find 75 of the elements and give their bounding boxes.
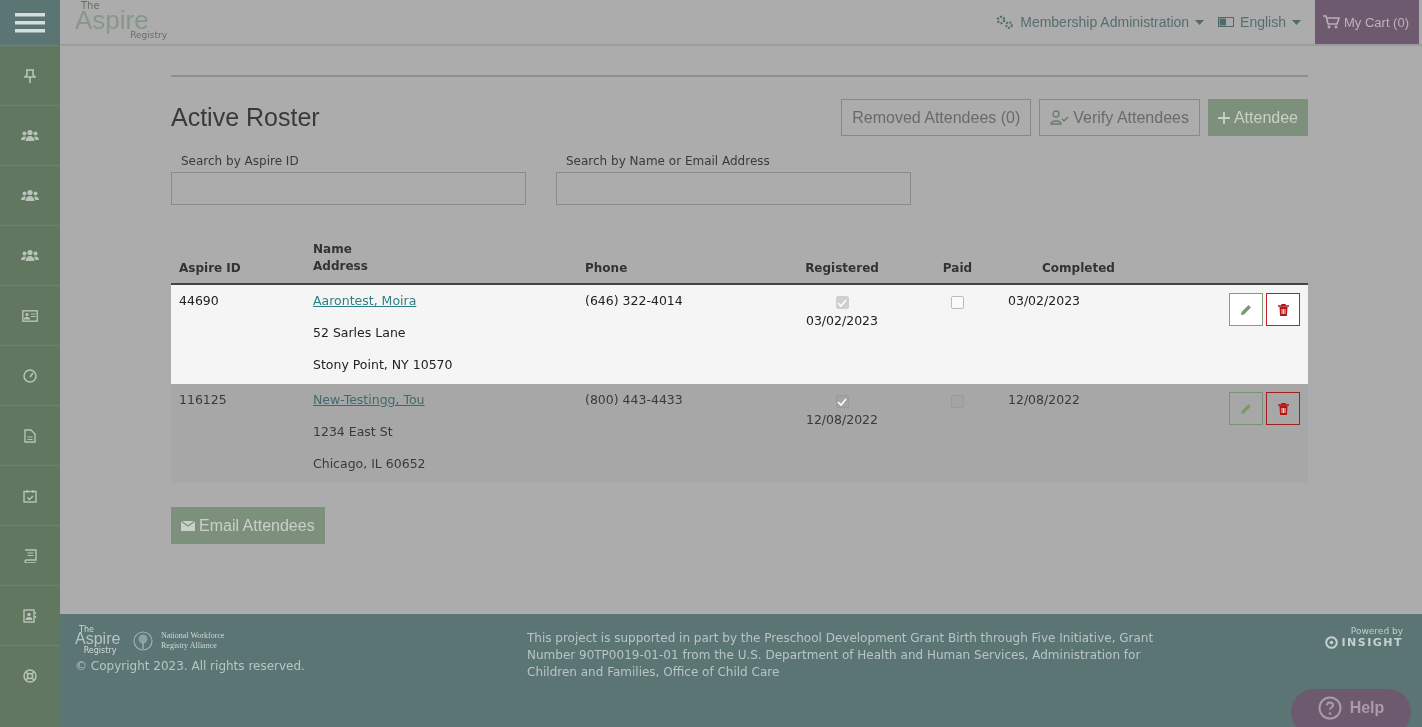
partner-logo-text: Registry Alliance [161,640,218,651]
column-header: Aspire ID [178,261,242,275]
caret-icon [1292,19,1301,25]
partner-logo-text: National Workforce [161,630,225,641]
table-cell: 03/02/2023 [1008,293,1081,308]
checkbox[interactable] [835,296,849,309]
search-field[interactable] [556,172,911,205]
file-icon [24,428,36,443]
checkbox[interactable] [951,296,964,309]
cart-icon [1323,15,1340,29]
table-cell: 03/02/2023 [805,313,878,328]
envelope-icon [181,520,195,531]
calendar-check-icon [23,488,37,503]
language-button[interactable]: English [1218,14,1301,30]
edit-button[interactable] [1229,293,1263,326]
pencil-icon [1240,402,1252,415]
verify-attendees-button[interactable]: Verify Attendees [1039,99,1200,136]
column-header: Paid [941,261,974,275]
column-header: Registered [804,261,880,275]
table-cell: 12/08/2022 [1008,392,1081,407]
powered-by-text: Powered by [1350,626,1403,636]
group-icon [21,189,39,202]
edit-button[interactable] [1229,392,1263,425]
column-header: Completed [1041,261,1116,275]
pin-icon [24,68,36,83]
address-line: 52 Sarles Lane [313,325,407,340]
tree-seal-icon [133,630,153,651]
id-card-icon [22,309,38,322]
language-icon [1218,17,1235,27]
copyright-text: © Copyright 2023. All rights reserved. [75,659,306,673]
help-button[interactable]: Help [1291,689,1411,727]
column-header: Name Address [312,241,369,275]
email-attendees-button[interactable]: Email Attendees [171,507,325,544]
table-cell: (800) 443-4433 [585,392,683,407]
field-label: Search by Name or Email Address [566,154,771,168]
attendee-name-link[interactable]: New-Testingg, Tou [313,392,577,407]
gauge-icon [23,368,37,383]
table-cell: 12/08/2022 [805,412,878,427]
aspire-logo: The Aspire Registry [75,626,122,655]
page-title: Active Roster [171,103,320,132]
cart-button[interactable]: My Cart (0) [1315,0,1419,44]
gears-icon [996,15,1015,29]
lifebuoy-icon [23,668,37,683]
table-cell: 44690 [179,293,219,308]
insight-logo-icon [1325,636,1339,649]
insight-logo-text: INSIGHT [1341,636,1403,649]
trash-icon [1277,303,1289,316]
admin-menu-button[interactable]: Membership Administration [996,14,1205,30]
pencil-icon [1240,303,1252,316]
group-icon [21,129,39,142]
add-attendee-button[interactable]: Attendee [1207,99,1308,136]
table-cell: 116125 [179,392,227,407]
group-icon [21,249,39,262]
menu-icon [15,11,45,34]
field-label: Search by Aspire ID [181,154,300,168]
address-line: Stony Point, NY 10570 [313,357,454,372]
grant-notice-text: This project is supported in part by the Preschool Development Grant Birth through Five Initiative, Grant Number 90TP0019-01-01 from the U.S. Department of Health and Human Services, Administration for Children and Families, Office of Child Care [527,630,1155,681]
address-line: Chicago, IL 60652 [313,456,427,471]
column-header: Phone [584,261,629,275]
delete-button[interactable] [1266,293,1300,326]
removed-attendees-button[interactable]: Removed Attendees (0) [841,99,1032,136]
search-field[interactable] [171,172,526,205]
plus-icon [1217,111,1230,124]
menu-button[interactable] [0,0,60,45]
checkbox[interactable] [835,395,849,408]
delete-button[interactable] [1266,392,1300,425]
contact-book-icon [23,608,37,623]
attendee-name-link[interactable]: Aarontest, Moira [313,293,577,308]
table-cell: (646) 322-4014 [585,293,683,308]
address-line: 1234 East St [313,424,394,439]
book-icon [23,548,37,563]
caret-icon [1195,19,1205,25]
trash-icon [1277,402,1289,415]
question-circle-icon [1317,696,1342,720]
user-check-icon [1050,110,1070,125]
